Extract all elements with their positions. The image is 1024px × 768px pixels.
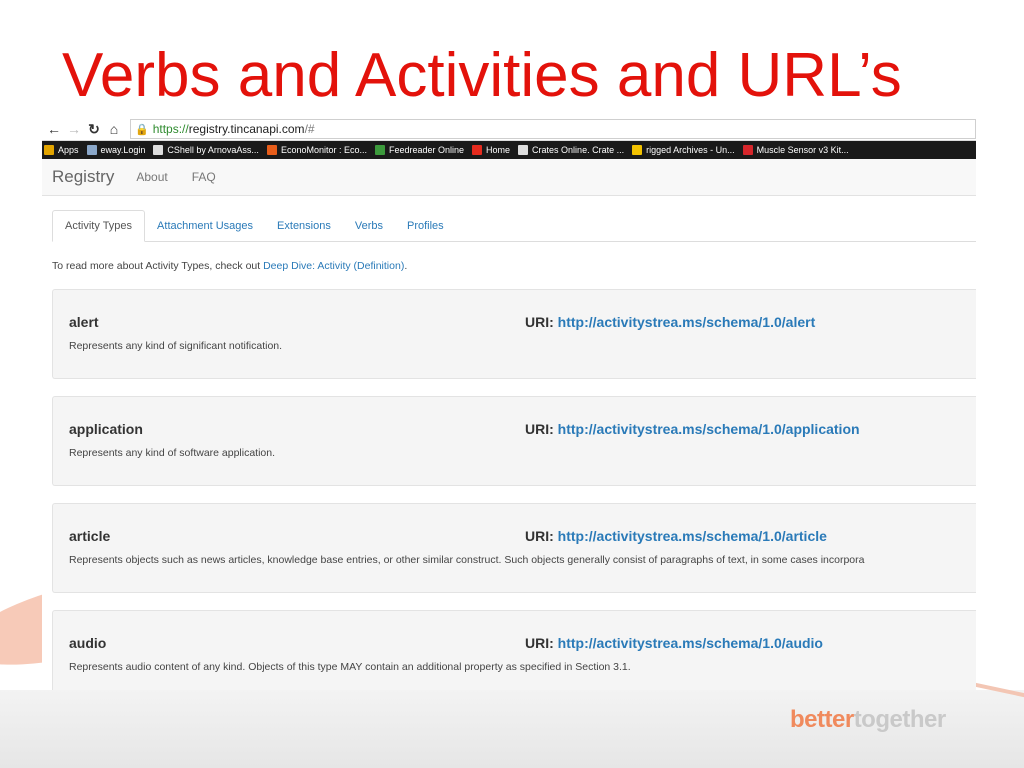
forward-arrow-icon[interactable]: →: [64, 121, 84, 137]
page-icon: [86, 145, 97, 155]
deep-dive-link[interactable]: Deep Dive: Activity (Definition): [263, 260, 404, 272]
bookmark-item[interactable]: Home: [472, 145, 510, 155]
nav-about[interactable]: About: [136, 170, 167, 184]
nav-faq[interactable]: FAQ: [192, 170, 216, 184]
sensor-logo-icon: [742, 145, 753, 155]
bookmark-apps[interactable]: Apps: [44, 145, 79, 155]
activity-uri-link[interactable]: http://activitystrea.ms/schema/1.0/artic…: [558, 528, 827, 544]
bookmark-item[interactable]: rigged Archives - Un...: [632, 145, 735, 155]
activity-name: alert: [69, 314, 99, 330]
page-icon: [518, 145, 529, 155]
e-logo-icon: [266, 145, 277, 155]
back-arrow-icon[interactable]: ←: [44, 121, 64, 137]
activity-card: article URI: http://activitystrea.ms/sch…: [52, 503, 976, 593]
lock-icon: 🔒: [135, 123, 149, 136]
intro-paragraph: To read more about Activity Types, check…: [52, 260, 408, 272]
activity-uri: URI: http://activitystrea.ms/schema/1.0/…: [525, 421, 860, 437]
activity-uri-link[interactable]: http://activitystrea.ms/schema/1.0/alert: [558, 314, 816, 330]
activity-card: application URI: http://activitystrea.ms…: [52, 396, 976, 486]
main-content: Activity Types Attachment Usages Extensi…: [42, 196, 976, 690]
registry-navbar: Registry About FAQ: [42, 159, 976, 196]
activity-uri-link[interactable]: http://activitystrea.ms/schema/1.0/audio: [558, 635, 823, 651]
activity-description: Represents objects such as news articles…: [69, 554, 865, 566]
registry-brand[interactable]: Registry: [52, 167, 114, 187]
browser-toolbar: ← → ↻ ⌂ 🔒 https://registry.tincanapi.com…: [42, 118, 976, 141]
activity-description: Represents any kind of significant notif…: [69, 340, 283, 352]
tab-profiles[interactable]: Profiles: [395, 211, 456, 241]
url-host: registry.tincanapi.com: [188, 122, 305, 136]
url-scheme: https://: [152, 122, 189, 136]
bookmarks-bar: Apps eway.Login CShell by ArnovaAss... E…: [42, 141, 976, 159]
activity-card: audio URI: http://activitystrea.ms/schem…: [52, 610, 976, 690]
activity-uri: URI: http://activitystrea.ms/schema/1.0/…: [525, 635, 823, 651]
stripes-icon: [632, 145, 643, 155]
home-icon[interactable]: ⌂: [104, 121, 124, 137]
activity-uri: URI: http://activitystrea.ms/schema/1.0/…: [525, 528, 827, 544]
bookmark-item[interactable]: EconoMonitor : Eco...: [266, 145, 367, 155]
tab-activity-types[interactable]: Activity Types: [52, 210, 146, 242]
reload-icon[interactable]: ↻: [84, 121, 104, 138]
tab-attachment-usages[interactable]: Attachment Usages: [145, 211, 265, 241]
brand-logo: bettertogether: [790, 706, 946, 733]
feed-icon: [374, 145, 385, 155]
bookmark-item[interactable]: Crates Online. Crate ...: [518, 145, 624, 155]
activity-name: audio: [69, 635, 107, 651]
bookmark-item[interactable]: Feedreader Online: [374, 145, 464, 155]
tab-extensions[interactable]: Extensions: [265, 211, 343, 241]
activity-uri-link[interactable]: http://activitystrea.ms/schema/1.0/appli…: [558, 421, 860, 437]
activity-name: application: [69, 421, 143, 437]
tab-bar: Activity Types Attachment Usages Extensi…: [52, 210, 976, 242]
activity-description: Represents any kind of software applicat…: [69, 447, 276, 459]
apps-grid-icon: [44, 145, 54, 155]
url-rest: /#: [304, 122, 315, 136]
address-bar[interactable]: 🔒 https://registry.tincanapi.com/#: [130, 119, 976, 139]
activity-uri: URI: http://activitystrea.ms/schema/1.0/…: [525, 314, 816, 330]
ted-logo-icon: [472, 145, 483, 155]
page-icon: [153, 145, 164, 155]
bookmark-item[interactable]: eway.Login: [86, 145, 145, 155]
activity-name: article: [69, 528, 111, 544]
activity-card: alert URI: http://activitystrea.ms/schem…: [52, 289, 976, 379]
bookmark-item[interactable]: Muscle Sensor v3 Kit...: [742, 145, 849, 155]
slide-title: Verbs and Activities and URL’s: [62, 41, 902, 110]
bookmark-item[interactable]: CShell by ArnovaAss...: [153, 145, 259, 155]
browser-screenshot: ← → ↻ ⌂ 🔒 https://registry.tincanapi.com…: [42, 118, 976, 690]
activity-description: Represents audio content of any kind. Ob…: [69, 661, 631, 673]
tab-verbs[interactable]: Verbs: [343, 211, 395, 241]
